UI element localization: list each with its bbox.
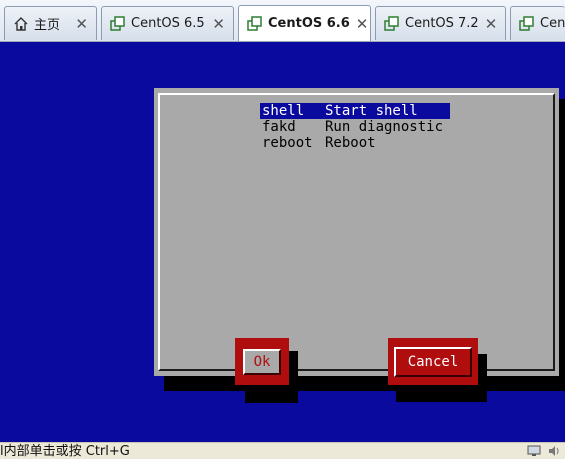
rescue-dialog: shell Start shell fakd Run diagnostic rebo… [154, 88, 559, 403]
tab-centos-6-5[interactable]: CentOS 6.5 ✕ [101, 6, 234, 40]
vm-icon [384, 15, 399, 31]
cancel-button[interactable]: Cancel [388, 338, 478, 385]
menu-item-shell[interactable]: shell Start shell [260, 103, 450, 119]
menu-item-description: Run diagnostic [325, 119, 444, 135]
menu-item-description: Reboot [325, 135, 376, 151]
status-text: l内部单击或按 Ctrl+G [0, 444, 130, 459]
sound-icon[interactable] [547, 445, 561, 457]
tab-home[interactable]: 主页 ✕ [4, 6, 97, 40]
rescue-menu: shell Start shell fakd Run diagnostic rebo… [260, 103, 450, 151]
status-bar: l内部单击或按 Ctrl+G [0, 442, 565, 459]
menu-item-description: Start shell [325, 103, 418, 119]
home-icon [14, 16, 28, 31]
vm-icon [110, 15, 125, 31]
tab-label: CentOS 6.6 [268, 16, 350, 31]
ok-button[interactable]: Ok [235, 338, 289, 385]
close-icon[interactable]: ✕ [75, 15, 88, 33]
menu-item-command: fakd [262, 119, 296, 135]
tab-label: CentOS 7.2 [405, 16, 479, 31]
menu-item-command: shell [262, 103, 305, 119]
tab-label: 主页 [34, 18, 61, 33]
cancel-button-label: Cancel [394, 346, 472, 377]
ok-button-label: Ok [243, 348, 281, 375]
tab-centos-6-6[interactable]: CentOS 6.6 ✕ [238, 5, 371, 41]
menu-item-command: reboot [262, 135, 313, 151]
tab-label: Cent [540, 16, 565, 31]
close-icon[interactable]: ✕ [212, 15, 225, 33]
close-icon[interactable]: ✕ [485, 15, 498, 33]
vm-icon [519, 15, 534, 31]
tab-centos-7-2[interactable]: CentOS 7.2 ✕ [375, 6, 506, 40]
tab-label: CentOS 6.5 [131, 16, 205, 31]
network-icon[interactable] [527, 445, 541, 457]
vm-icon [247, 15, 262, 31]
menu-item-reboot[interactable]: reboot Reboot [260, 135, 450, 151]
status-icons [527, 445, 561, 457]
vm-console[interactable]: shell Start shell fakd Run diagnostic rebo… [0, 42, 565, 442]
tab-bar: 主页 ✕ CentOS 6.5 ✕ CentOS 6.6 ✕ CentOS 7.… [0, 0, 565, 42]
tab-cent[interactable]: Cent [510, 6, 565, 40]
menu-item-fakd[interactable]: fakd Run diagnostic [260, 119, 450, 135]
close-icon[interactable]: ✕ [356, 15, 369, 33]
